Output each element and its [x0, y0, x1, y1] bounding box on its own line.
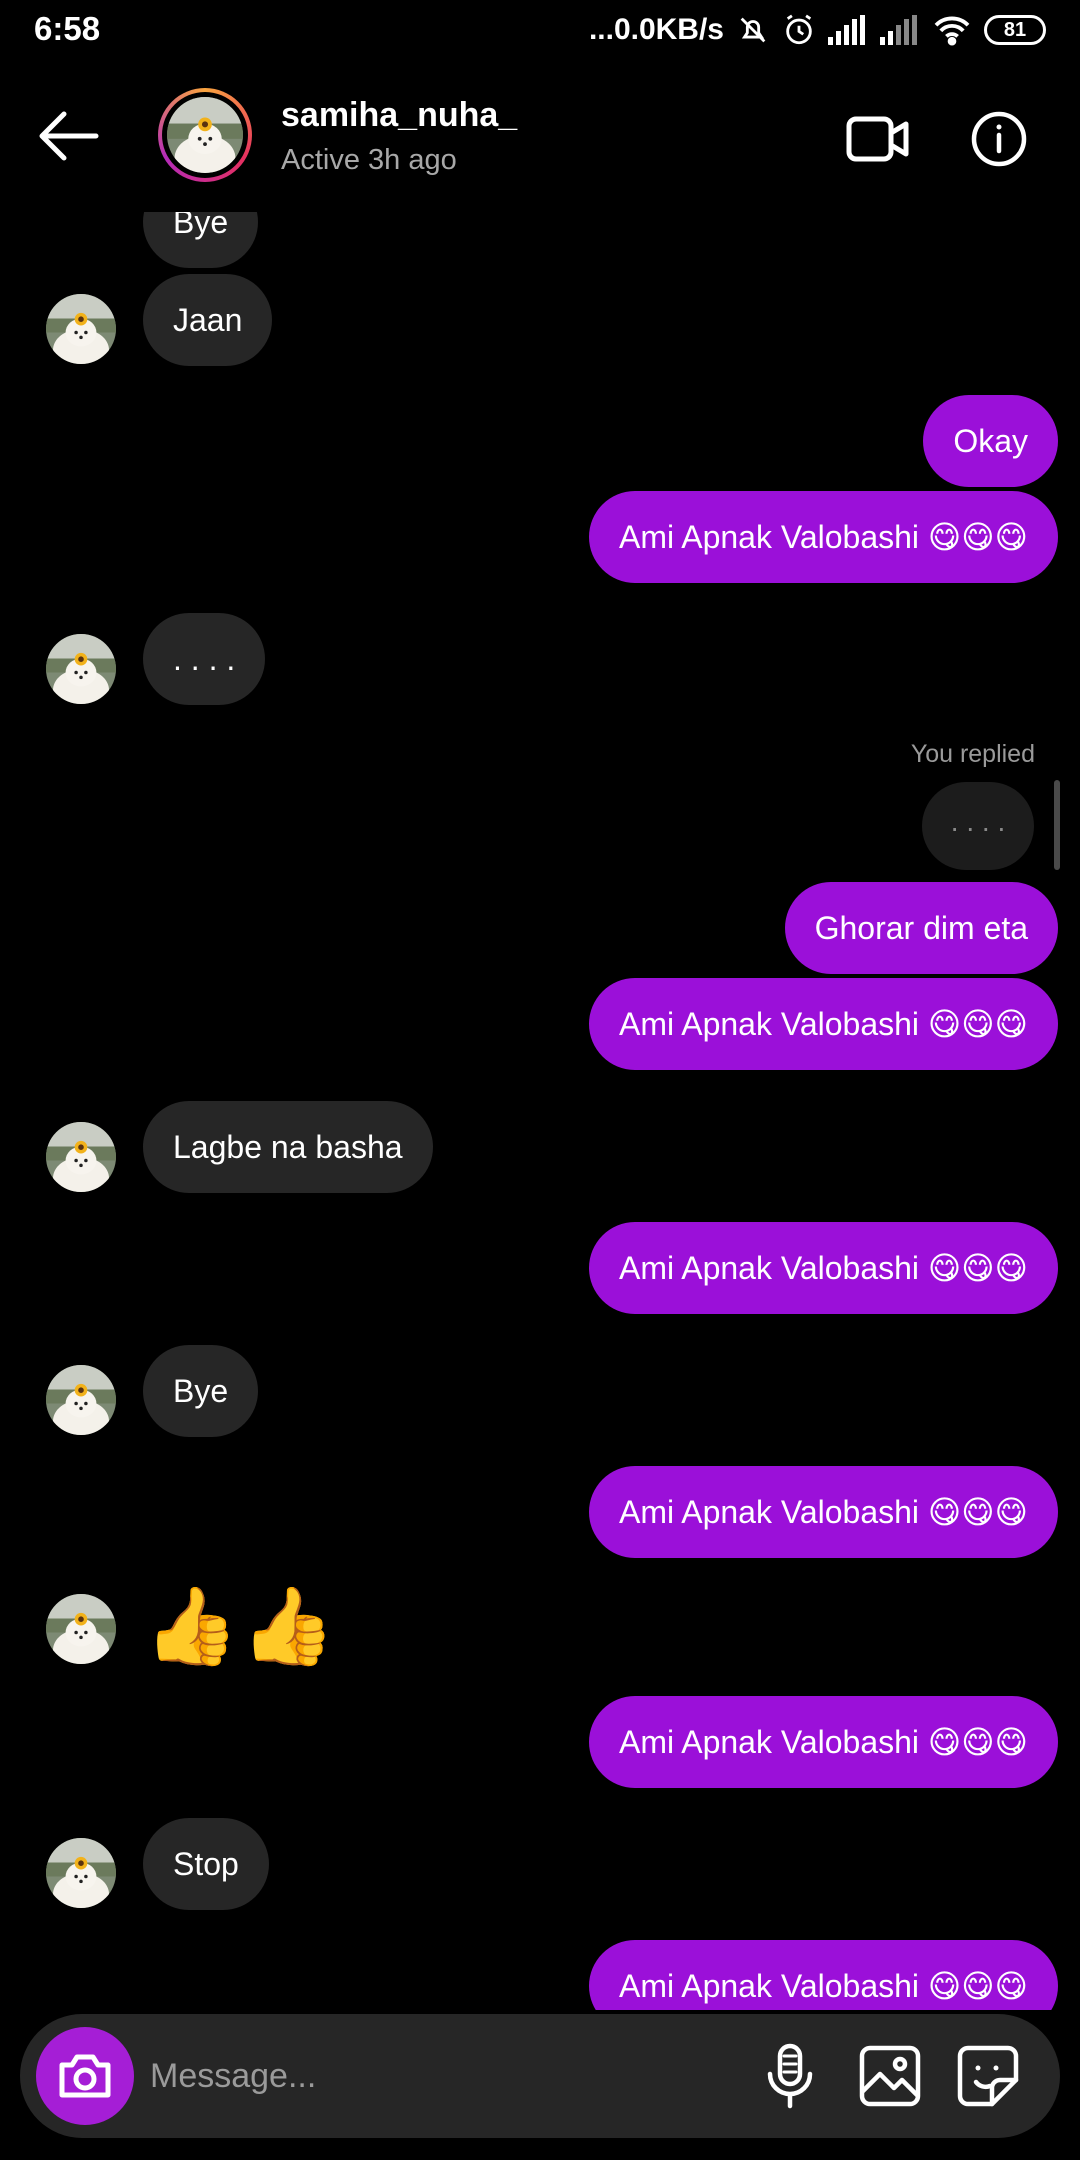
- info-icon[interactable]: [970, 110, 1028, 168]
- chat-header: samiha_nuha_ Active 3h ago: [0, 62, 1080, 212]
- profile-photo: [46, 294, 116, 364]
- message-bubble-outgoing[interactable]: Ami Apnak Valobashi 😋😋😋: [589, 1222, 1058, 1314]
- message-bubble-outgoing[interactable]: Ami Apnak Valobashi 😋😋😋: [589, 978, 1058, 1070]
- microphone-icon[interactable]: [756, 2042, 824, 2110]
- message-list[interactable]: Bye Jaan Okay Ami Apnak Valobashi 😋😋😋 . …: [0, 0, 1080, 2010]
- message-bubble-outgoing[interactable]: Okay: [923, 395, 1058, 487]
- message-bubble-incoming[interactable]: Stop: [143, 1818, 269, 1910]
- avatar[interactable]: [46, 634, 116, 704]
- reply-label: You replied: [910, 740, 1035, 768]
- message-bubble-outgoing[interactable]: Ami Apnak Valobashi 😋😋😋: [589, 1466, 1058, 1558]
- profile-photo: [46, 634, 116, 704]
- sticker-icon[interactable]: [954, 2042, 1022, 2110]
- message-bubble-outgoing[interactable]: Ghorar dim eta: [784, 882, 1058, 974]
- avatar[interactable]: [46, 1838, 116, 1908]
- profile-photo: [46, 1365, 116, 1435]
- message-bubble-incoming[interactable]: Jaan: [143, 274, 273, 366]
- profile-photo: [46, 1122, 116, 1192]
- message-bubble-incoming[interactable]: Lagbe na basha: [143, 1101, 433, 1193]
- message-bubble-incoming[interactable]: Bye: [143, 1345, 259, 1437]
- avatar[interactable]: [46, 1594, 116, 1664]
- reply-quote[interactable]: . . . .: [922, 782, 1034, 870]
- message-bubble-outgoing[interactable]: Ami Apnak Valobashi 😋😋😋: [589, 491, 1058, 583]
- active-status: Active 3h ago: [281, 144, 457, 176]
- avatar[interactable]: [46, 294, 116, 364]
- message-bubble-incoming[interactable]: . . . .: [143, 613, 266, 705]
- scrollbar[interactable]: [1054, 780, 1060, 870]
- profile-photo: [167, 97, 243, 173]
- message-bubble-outgoing[interactable]: Ami Apnak Valobashi 😋😋😋: [589, 1696, 1058, 1788]
- message-composer: [20, 2014, 1060, 2138]
- username[interactable]: samiha_nuha_: [281, 96, 517, 135]
- message-input[interactable]: [150, 2044, 710, 2108]
- gallery-icon[interactable]: [856, 2042, 924, 2110]
- camera-icon: [59, 2054, 111, 2098]
- video-call-icon[interactable]: [846, 114, 910, 164]
- profile-avatar[interactable]: [158, 88, 252, 182]
- avatar[interactable]: [46, 1365, 116, 1435]
- avatar[interactable]: [46, 1122, 116, 1192]
- camera-button[interactable]: [36, 2027, 134, 2125]
- message-bubble-outgoing[interactable]: Ami Apnak Valobashi 😋😋😋: [589, 1940, 1058, 2010]
- back-arrow-icon[interactable]: [34, 106, 104, 166]
- profile-photo: [46, 1838, 116, 1908]
- message-emoji-incoming[interactable]: 👍👍: [144, 1582, 337, 1672]
- profile-photo: [46, 1594, 116, 1664]
